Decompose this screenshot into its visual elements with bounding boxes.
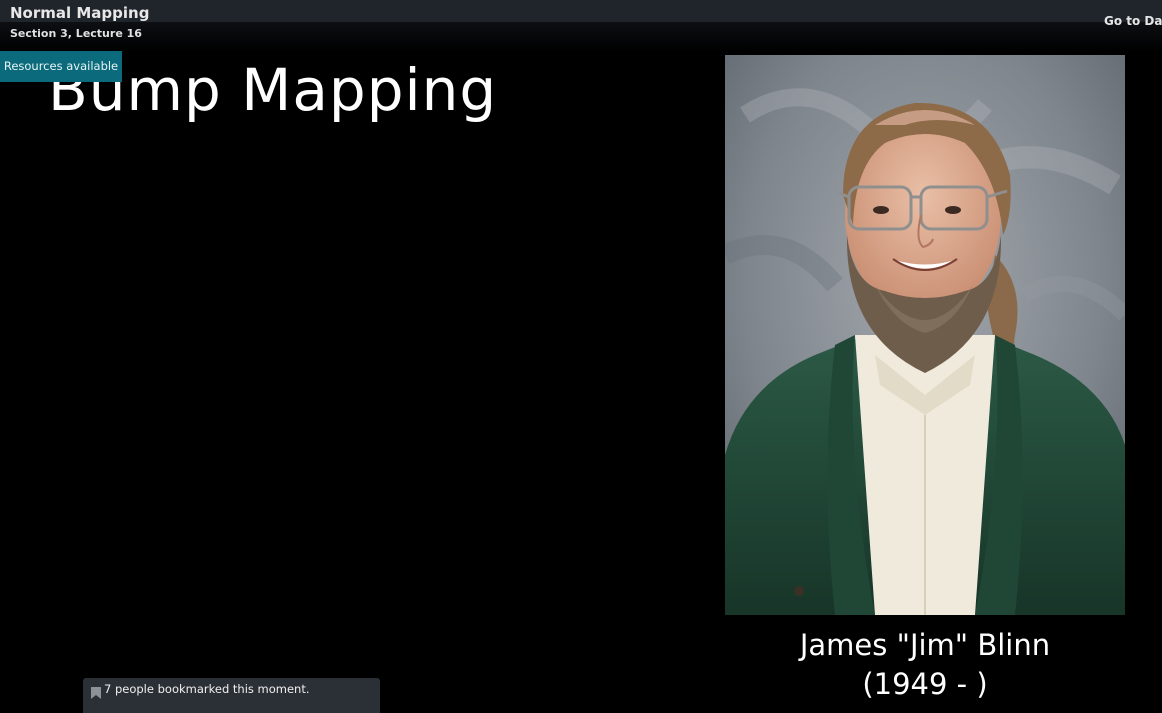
portrait-caption-name: James "Jim" Blinn — [799, 628, 1051, 662]
resources-available-button[interactable]: Resources available — [0, 51, 122, 82]
lecture-subtitle: Section 3, Lecture 16 — [10, 27, 142, 40]
bookmark-icon — [91, 684, 101, 699]
video-player[interactable]: Normal Mapping Section 3, Lecture 16 Go … — [0, 0, 1162, 713]
bookmark-message: 7 people bookmarked this moment. — [104, 682, 310, 696]
lecture-title: Normal Mapping — [10, 4, 150, 22]
go-to-dashboard-link[interactable]: Go to Das — [1104, 13, 1162, 29]
lecture-header-bar — [0, 0, 1162, 22]
lecture-header-fade — [0, 22, 1162, 52]
portrait-photo — [725, 55, 1125, 615]
portrait-caption-years: (1949 - ) — [862, 667, 988, 701]
bookmark-notification[interactable]: 7 people bookmarked this moment. — [83, 678, 380, 713]
